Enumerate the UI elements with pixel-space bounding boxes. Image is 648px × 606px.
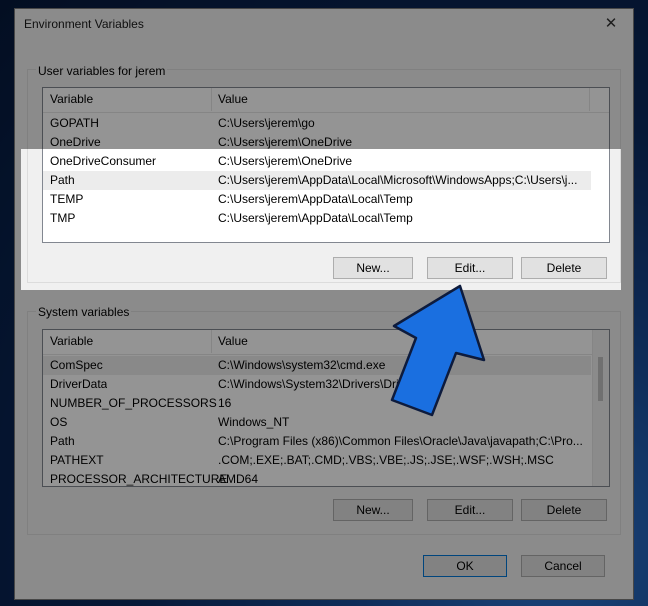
- pointer-arrow-icon: [390, 284, 486, 417]
